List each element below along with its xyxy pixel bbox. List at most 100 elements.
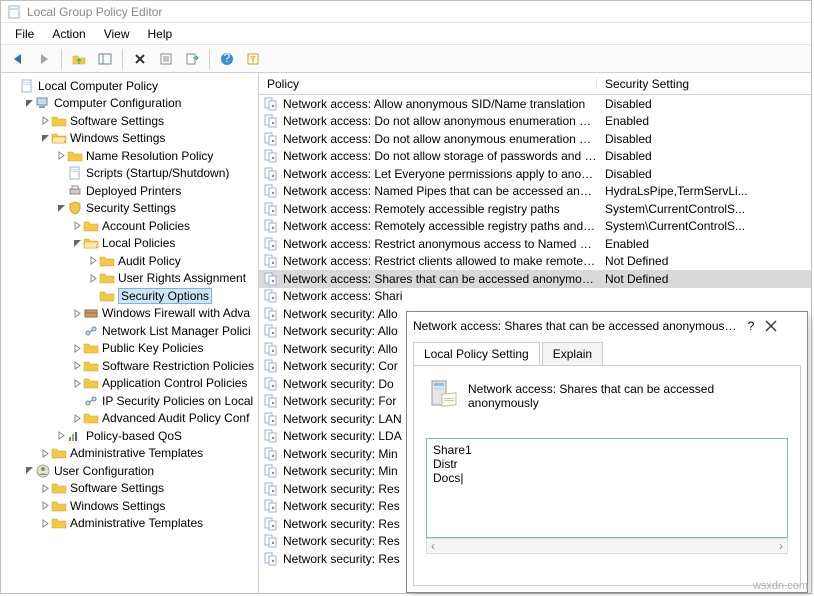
- chevron-right-icon[interactable]: [71, 412, 83, 424]
- policy-row[interactable]: Network access: Remotely accessible regi…: [259, 218, 811, 236]
- tree-item[interactable]: Network List Manager Polici: [3, 322, 256, 340]
- properties-button[interactable]: [155, 48, 177, 70]
- tree-item[interactable]: Administrative Templates: [3, 445, 256, 463]
- tree-item[interactable]: Public Key Policies: [3, 340, 256, 358]
- chevron-right-icon[interactable]: [39, 447, 51, 459]
- tree-item[interactable]: Local Policies: [3, 235, 256, 253]
- watermark: wsxdn.com: [753, 580, 808, 592]
- tab-local-policy[interactable]: Local Policy Setting: [413, 342, 540, 365]
- tree-item[interactable]: User Rights Assignment: [3, 270, 256, 288]
- tree-item[interactable]: Software Settings: [3, 112, 256, 130]
- tree-item[interactable]: Administrative Templates: [3, 515, 256, 533]
- export-button[interactable]: [181, 48, 203, 70]
- tree-item[interactable]: Windows Settings: [3, 130, 256, 148]
- tree-item[interactable]: Security Options: [3, 287, 256, 305]
- column-policy[interactable]: Policy: [259, 77, 597, 91]
- policy-icon: [263, 447, 279, 461]
- help-icon[interactable]: ?: [737, 319, 765, 333]
- tree-item[interactable]: Name Resolution Policy: [3, 147, 256, 165]
- folderClosed-icon: [99, 271, 115, 285]
- tree-item-label: IP Security Policies on Local: [102, 394, 253, 408]
- column-header[interactable]: Policy Security Setting: [259, 73, 811, 95]
- policy-row[interactable]: Network access: Do not allow storage of …: [259, 148, 811, 166]
- chevron-right-icon[interactable]: [71, 342, 83, 354]
- chevron-down-icon[interactable]: [23, 97, 35, 109]
- tree-item[interactable]: Policy-based QoS: [3, 427, 256, 445]
- tree-item[interactable]: Security Settings: [3, 200, 256, 218]
- show-hide-tree-button[interactable]: [94, 48, 116, 70]
- tree-item-label: Network List Manager Polici: [102, 324, 251, 338]
- chevron-right-icon[interactable]: [39, 482, 51, 494]
- policy-row[interactable]: Network access: Restrict clients allowed…: [259, 253, 811, 271]
- chevron-right-icon[interactable]: [71, 377, 83, 389]
- shares-textarea[interactable]: [426, 438, 788, 538]
- tree-item[interactable]: Windows Firewall with Adva: [3, 305, 256, 323]
- chevron-right-icon[interactable]: [55, 150, 67, 162]
- policy-row[interactable]: Network access: Restrict anonymous acces…: [259, 235, 811, 253]
- policy-icon: [263, 517, 279, 531]
- tree-item[interactable]: Deployed Printers: [3, 182, 256, 200]
- chevron-right-icon[interactable]: [39, 517, 51, 529]
- policy-setting: System\CurrentControlS...: [597, 219, 811, 233]
- menu-help[interactable]: Help: [140, 25, 181, 43]
- tree-item[interactable]: Audit Policy: [3, 252, 256, 270]
- tree-item[interactable]: Local Computer Policy: [3, 77, 256, 95]
- chevron-right-icon[interactable]: [87, 255, 99, 267]
- policy-row[interactable]: Network access: Shari: [259, 288, 811, 306]
- forward-button[interactable]: [33, 48, 55, 70]
- chevron-right-icon[interactable]: [71, 220, 83, 232]
- app-icon: [7, 5, 21, 19]
- tree-item[interactable]: Software Restriction Policies: [3, 357, 256, 375]
- policy-row[interactable]: Network access: Let Everyone permissions…: [259, 165, 811, 183]
- policy-icon: [263, 289, 279, 303]
- menu-view[interactable]: View: [96, 25, 138, 43]
- tree-item[interactable]: Advanced Audit Policy Conf: [3, 410, 256, 428]
- chevron-down-icon[interactable]: [55, 202, 67, 214]
- chevron-down-icon[interactable]: [71, 237, 83, 249]
- chevron-right-icon[interactable]: [39, 500, 51, 512]
- tree-item[interactable]: Windows Settings: [3, 497, 256, 515]
- tree-item[interactable]: IP Security Policies on Local: [3, 392, 256, 410]
- policy-row[interactable]: Network access: Do not allow anonymous e…: [259, 113, 811, 131]
- dialog-titlebar[interactable]: Network access: Shares that can be acces…: [407, 312, 807, 340]
- chevron-down-icon[interactable]: [23, 465, 35, 477]
- twisty-none: [55, 185, 67, 197]
- tab-explain[interactable]: Explain: [542, 342, 603, 365]
- policy-setting: Enabled: [597, 114, 811, 128]
- chevron-right-icon[interactable]: [71, 307, 83, 319]
- policy-row[interactable]: Network access: Allow anonymous SID/Name…: [259, 95, 811, 113]
- menu-action[interactable]: Action: [44, 25, 93, 43]
- tree-item[interactable]: Computer Configuration: [3, 95, 256, 113]
- toolbar: ?: [1, 45, 811, 73]
- chevron-right-icon[interactable]: [87, 272, 99, 284]
- up-button[interactable]: [68, 48, 90, 70]
- tree-item[interactable]: Account Policies: [3, 217, 256, 235]
- chevron-right-icon[interactable]: [71, 360, 83, 372]
- horiz-scrollbar[interactable]: ‹›: [426, 538, 788, 554]
- tree-item[interactable]: Software Settings: [3, 480, 256, 498]
- tree-item[interactable]: Application Control Policies: [3, 375, 256, 393]
- chevron-right-icon[interactable]: [55, 430, 67, 442]
- close-icon[interactable]: [765, 320, 801, 332]
- filter-button[interactable]: [242, 48, 264, 70]
- help-button[interactable]: ?: [216, 48, 238, 70]
- tree-item[interactable]: User Configuration: [3, 462, 256, 480]
- policy-row[interactable]: Network access: Shares that can be acces…: [259, 270, 811, 288]
- policy-row[interactable]: Network access: Do not allow anonymous e…: [259, 130, 811, 148]
- policy-setting: Disabled: [597, 97, 811, 111]
- column-setting[interactable]: Security Setting: [597, 77, 811, 91]
- delete-button[interactable]: [129, 48, 151, 70]
- policy-setting: Not Defined: [597, 254, 811, 268]
- menu-file[interactable]: File: [7, 25, 42, 43]
- policy-icon: [263, 412, 279, 426]
- policy-row[interactable]: Network access: Named Pipes that can be …: [259, 183, 811, 201]
- tree-item[interactable]: Scripts (Startup/Shutdown): [3, 165, 256, 183]
- svg-text:?: ?: [224, 52, 231, 65]
- chevron-down-icon[interactable]: [39, 132, 51, 144]
- folderClosed-icon: [83, 219, 99, 233]
- tree-item-label: Software Restriction Policies: [102, 359, 254, 373]
- back-button[interactable]: [7, 48, 29, 70]
- policy-row[interactable]: Network access: Remotely accessible regi…: [259, 200, 811, 218]
- tree-pane[interactable]: Local Computer PolicyComputer Configurat…: [1, 73, 259, 593]
- chevron-right-icon[interactable]: [39, 115, 51, 127]
